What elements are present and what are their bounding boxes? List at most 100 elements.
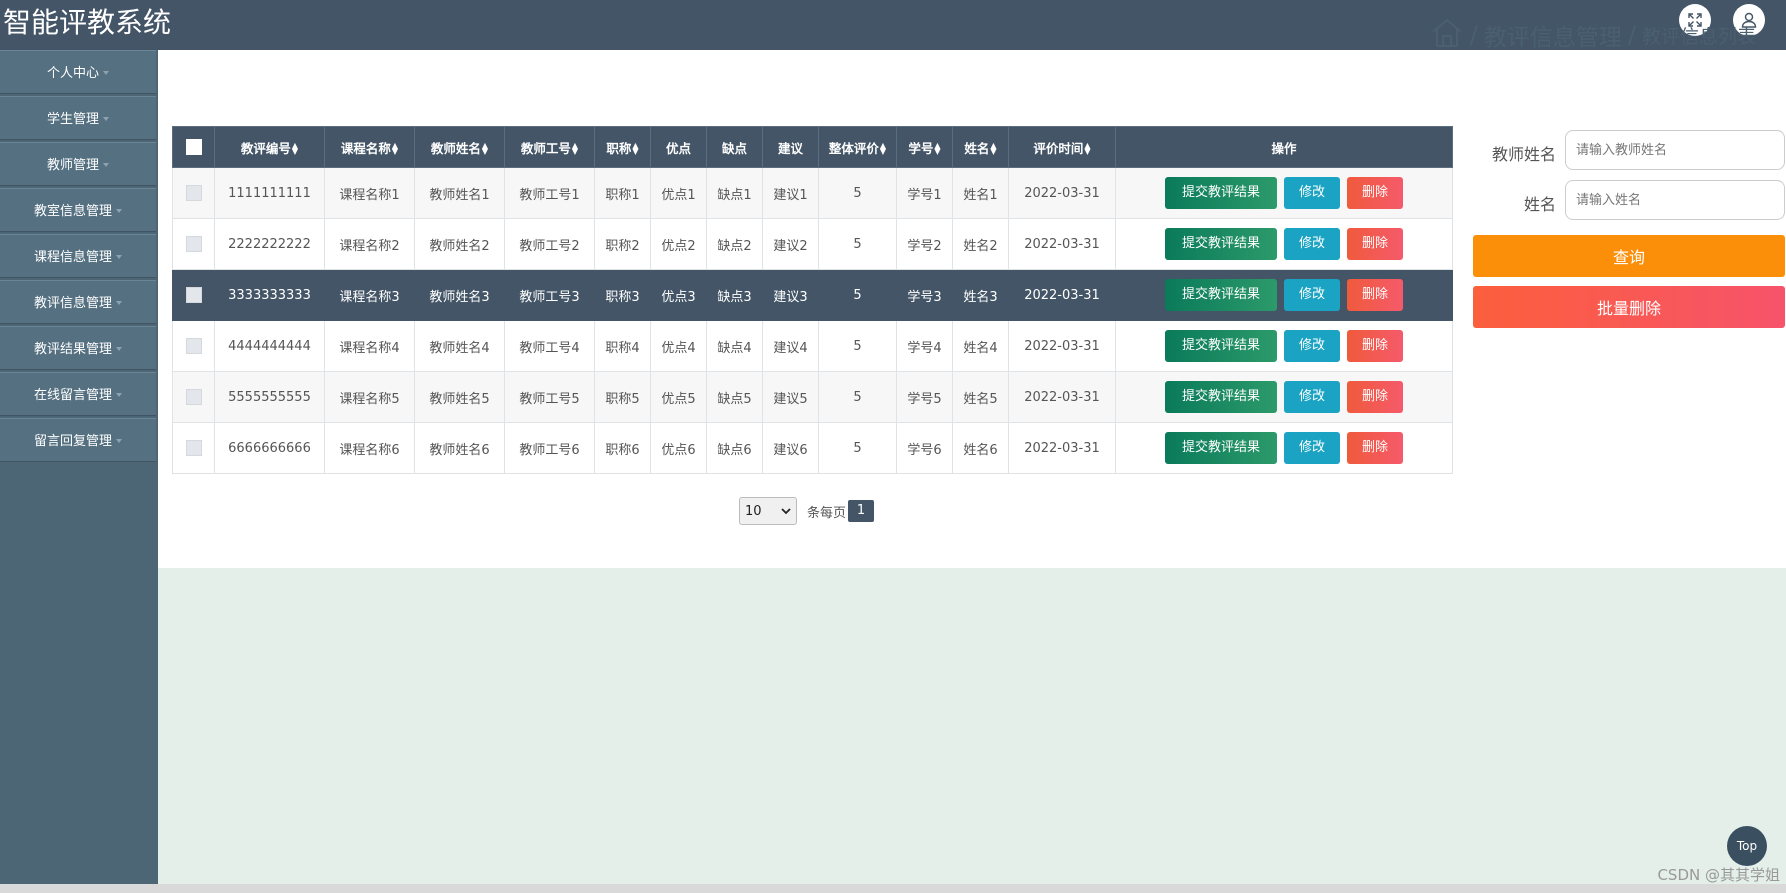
table-cell: 学号3 [896,269,953,321]
row-checkbox[interactable] [185,236,202,252]
caret-down-icon [116,208,122,213]
table-cell: 5 [818,371,897,423]
table-cell: 姓名5 [952,371,1009,423]
edit-button[interactable]: 修改 [1284,177,1340,209]
sidebar-item-online-message[interactable]: 在线留言管理 [0,372,156,416]
row-checkbox[interactable] [185,389,202,405]
edit-button[interactable]: 修改 [1284,432,1340,464]
sidebar-item-evaluation[interactable]: 教评信息管理 [0,280,156,324]
delete-button[interactable]: 删除 [1347,279,1403,311]
table-row[interactable]: 5555555555 课程名称5 教师姓名5 教师工号5 职称5 优点5 缺点5 建议5 5 学号… [172,371,1453,423]
table-cell: 课程名称5 [324,371,415,423]
caret-down-icon [116,254,122,259]
row-checkbox-cell [172,320,215,372]
select-all-checkbox[interactable] [185,139,202,156]
sort-icon: ▲ ▼ [291,141,299,156]
submit-evaluation-button[interactable]: 提交教评结果 [1165,381,1277,413]
edit-button[interactable]: 修改 [1284,279,1340,311]
sidebar: 个人中心 学生管理 教师管理 教室信息管理 课程信息管理 教评信息管理 教评结果… [0,50,158,893]
column-header[interactable]: 职称▲ ▼ [594,126,651,168]
submit-evaluation-button[interactable]: 提交教评结果 [1165,228,1277,260]
horizontal-scrollbar[interactable] [0,884,1786,893]
caret-down-icon [116,438,122,443]
row-checkbox[interactable] [185,338,202,354]
submit-evaluation-button[interactable]: 提交教评结果 [1165,432,1277,464]
table-cell: 姓名2 [952,218,1009,270]
caret-down-icon [116,300,122,305]
delete-button[interactable]: 删除 [1347,228,1403,260]
sidebar-item-student[interactable]: 学生管理 [0,96,156,140]
table-cell: 教师工号2 [504,218,595,270]
per-page-label: 条每页 [807,505,847,521]
teacher-name-input[interactable] [1565,130,1785,170]
table-row[interactable]: 1111111111 课程名称1 教师姓名1 教师工号1 职称1 优点1 缺点1 建议1 5 学号… [172,167,1453,219]
table-cell: 5 [818,422,897,474]
column-header[interactable]: 课程名称▲ ▼ [324,126,415,168]
edit-button[interactable]: 修改 [1284,330,1340,362]
sidebar-item-course[interactable]: 课程信息管理 [0,234,156,278]
table-cell: 教师工号1 [504,167,595,219]
table-row[interactable]: 4444444444 课程名称4 教师姓名4 教师工号4 职称4 优点4 缺点4 建议4 5 学号… [172,320,1453,372]
column-header[interactable]: 教师姓名▲ ▼ [414,126,505,168]
delete-button[interactable]: 删除 [1347,432,1403,464]
table-cell: 职称1 [594,167,651,219]
column-header[interactable]: 学号▲ ▼ [896,126,953,168]
page-number-current[interactable]: 1 [848,500,875,522]
table-cell: 教师姓名4 [414,320,505,372]
table-cell: 建议4 [762,320,819,372]
edit-button[interactable]: 修改 [1284,381,1340,413]
table-cell: 课程名称4 [324,320,415,372]
sidebar-item-classroom[interactable]: 教室信息管理 [0,188,156,232]
table-row[interactable]: 6666666666 课程名称6 教师姓名6 教师工号6 职称6 优点6 缺点6 建议6 5 学号… [172,422,1453,474]
delete-button[interactable]: 删除 [1347,177,1403,209]
table-cell: 教师工号5 [504,371,595,423]
breadcrumb-separator: / [1469,21,1478,49]
table-cell: 3333333333 [214,269,325,321]
breadcrumb-level2: 教评信息列表 [1641,25,1756,48]
delete-button[interactable]: 删除 [1347,381,1403,413]
submit-evaluation-button[interactable]: 提交教评结果 [1165,279,1277,311]
row-checkbox[interactable] [185,287,202,303]
select-all-cell [172,126,215,168]
page-size-select[interactable]: 10 [739,497,797,525]
table-cell: 优点2 [650,218,707,270]
table-cell: 5 [818,167,897,219]
batch-delete-button[interactable]: 批量删除 [1473,286,1785,328]
submit-evaluation-button[interactable]: 提交教评结果 [1165,177,1277,209]
row-checkbox-cell [172,218,215,270]
table-row[interactable]: 2222222222 课程名称2 教师姓名2 教师工号2 职称2 优点2 缺点2 建议2 5 学号… [172,218,1453,270]
back-to-top-button[interactable]: Top [1727,826,1767,866]
table-cell: 职称2 [594,218,651,270]
column-header[interactable]: 评价时间▲ ▼ [1008,126,1116,168]
table-cell: 优点1 [650,167,707,219]
row-checkbox[interactable] [185,185,202,201]
column-header: 优点 [650,126,707,168]
column-header: 操作 [1115,126,1453,168]
delete-button[interactable]: 删除 [1347,330,1403,362]
row-checkbox-cell [172,371,215,423]
column-header[interactable]: 教师工号▲ ▼ [504,126,595,168]
table-row[interactable]: 3333333333 课程名称3 教师姓名3 教师工号3 职称3 优点3 缺点3 建议3 5 学号… [172,269,1453,321]
column-header[interactable]: 教评编号▲ ▼ [214,126,325,168]
sidebar-item-message-reply[interactable]: 留言回复管理 [0,418,156,462]
edit-button[interactable]: 修改 [1284,228,1340,260]
sidebar-item-teacher[interactable]: 教师管理 [0,142,156,186]
sidebar-item-evaluation-result[interactable]: 教评结果管理 [0,326,156,370]
column-header[interactable]: 整体评价▲ ▼ [818,126,897,168]
sidebar-item-personal-center[interactable]: 个人中心 [0,50,156,94]
table-body: 1111111111 课程名称1 教师姓名1 教师工号1 职称1 优点1 缺点1 建议1 5 学号… [172,167,1453,474]
table-cell: 姓名1 [952,167,1009,219]
table-cell: 教师姓名1 [414,167,505,219]
breadcrumb-level1[interactable]: 教评信息管理 [1484,18,1622,52]
home-icon[interactable] [1430,16,1464,54]
table-cell: 建议6 [762,422,819,474]
table-cell: 缺点2 [706,218,763,270]
table-cell: 课程名称6 [324,422,415,474]
table-cell: 教师工号6 [504,422,595,474]
submit-evaluation-button[interactable]: 提交教评结果 [1165,330,1277,362]
caret-down-icon [103,116,109,121]
query-button[interactable]: 查询 [1473,235,1785,277]
row-checkbox[interactable] [185,440,202,456]
name-input[interactable] [1565,180,1785,220]
column-header[interactable]: 姓名▲ ▼ [952,126,1009,168]
